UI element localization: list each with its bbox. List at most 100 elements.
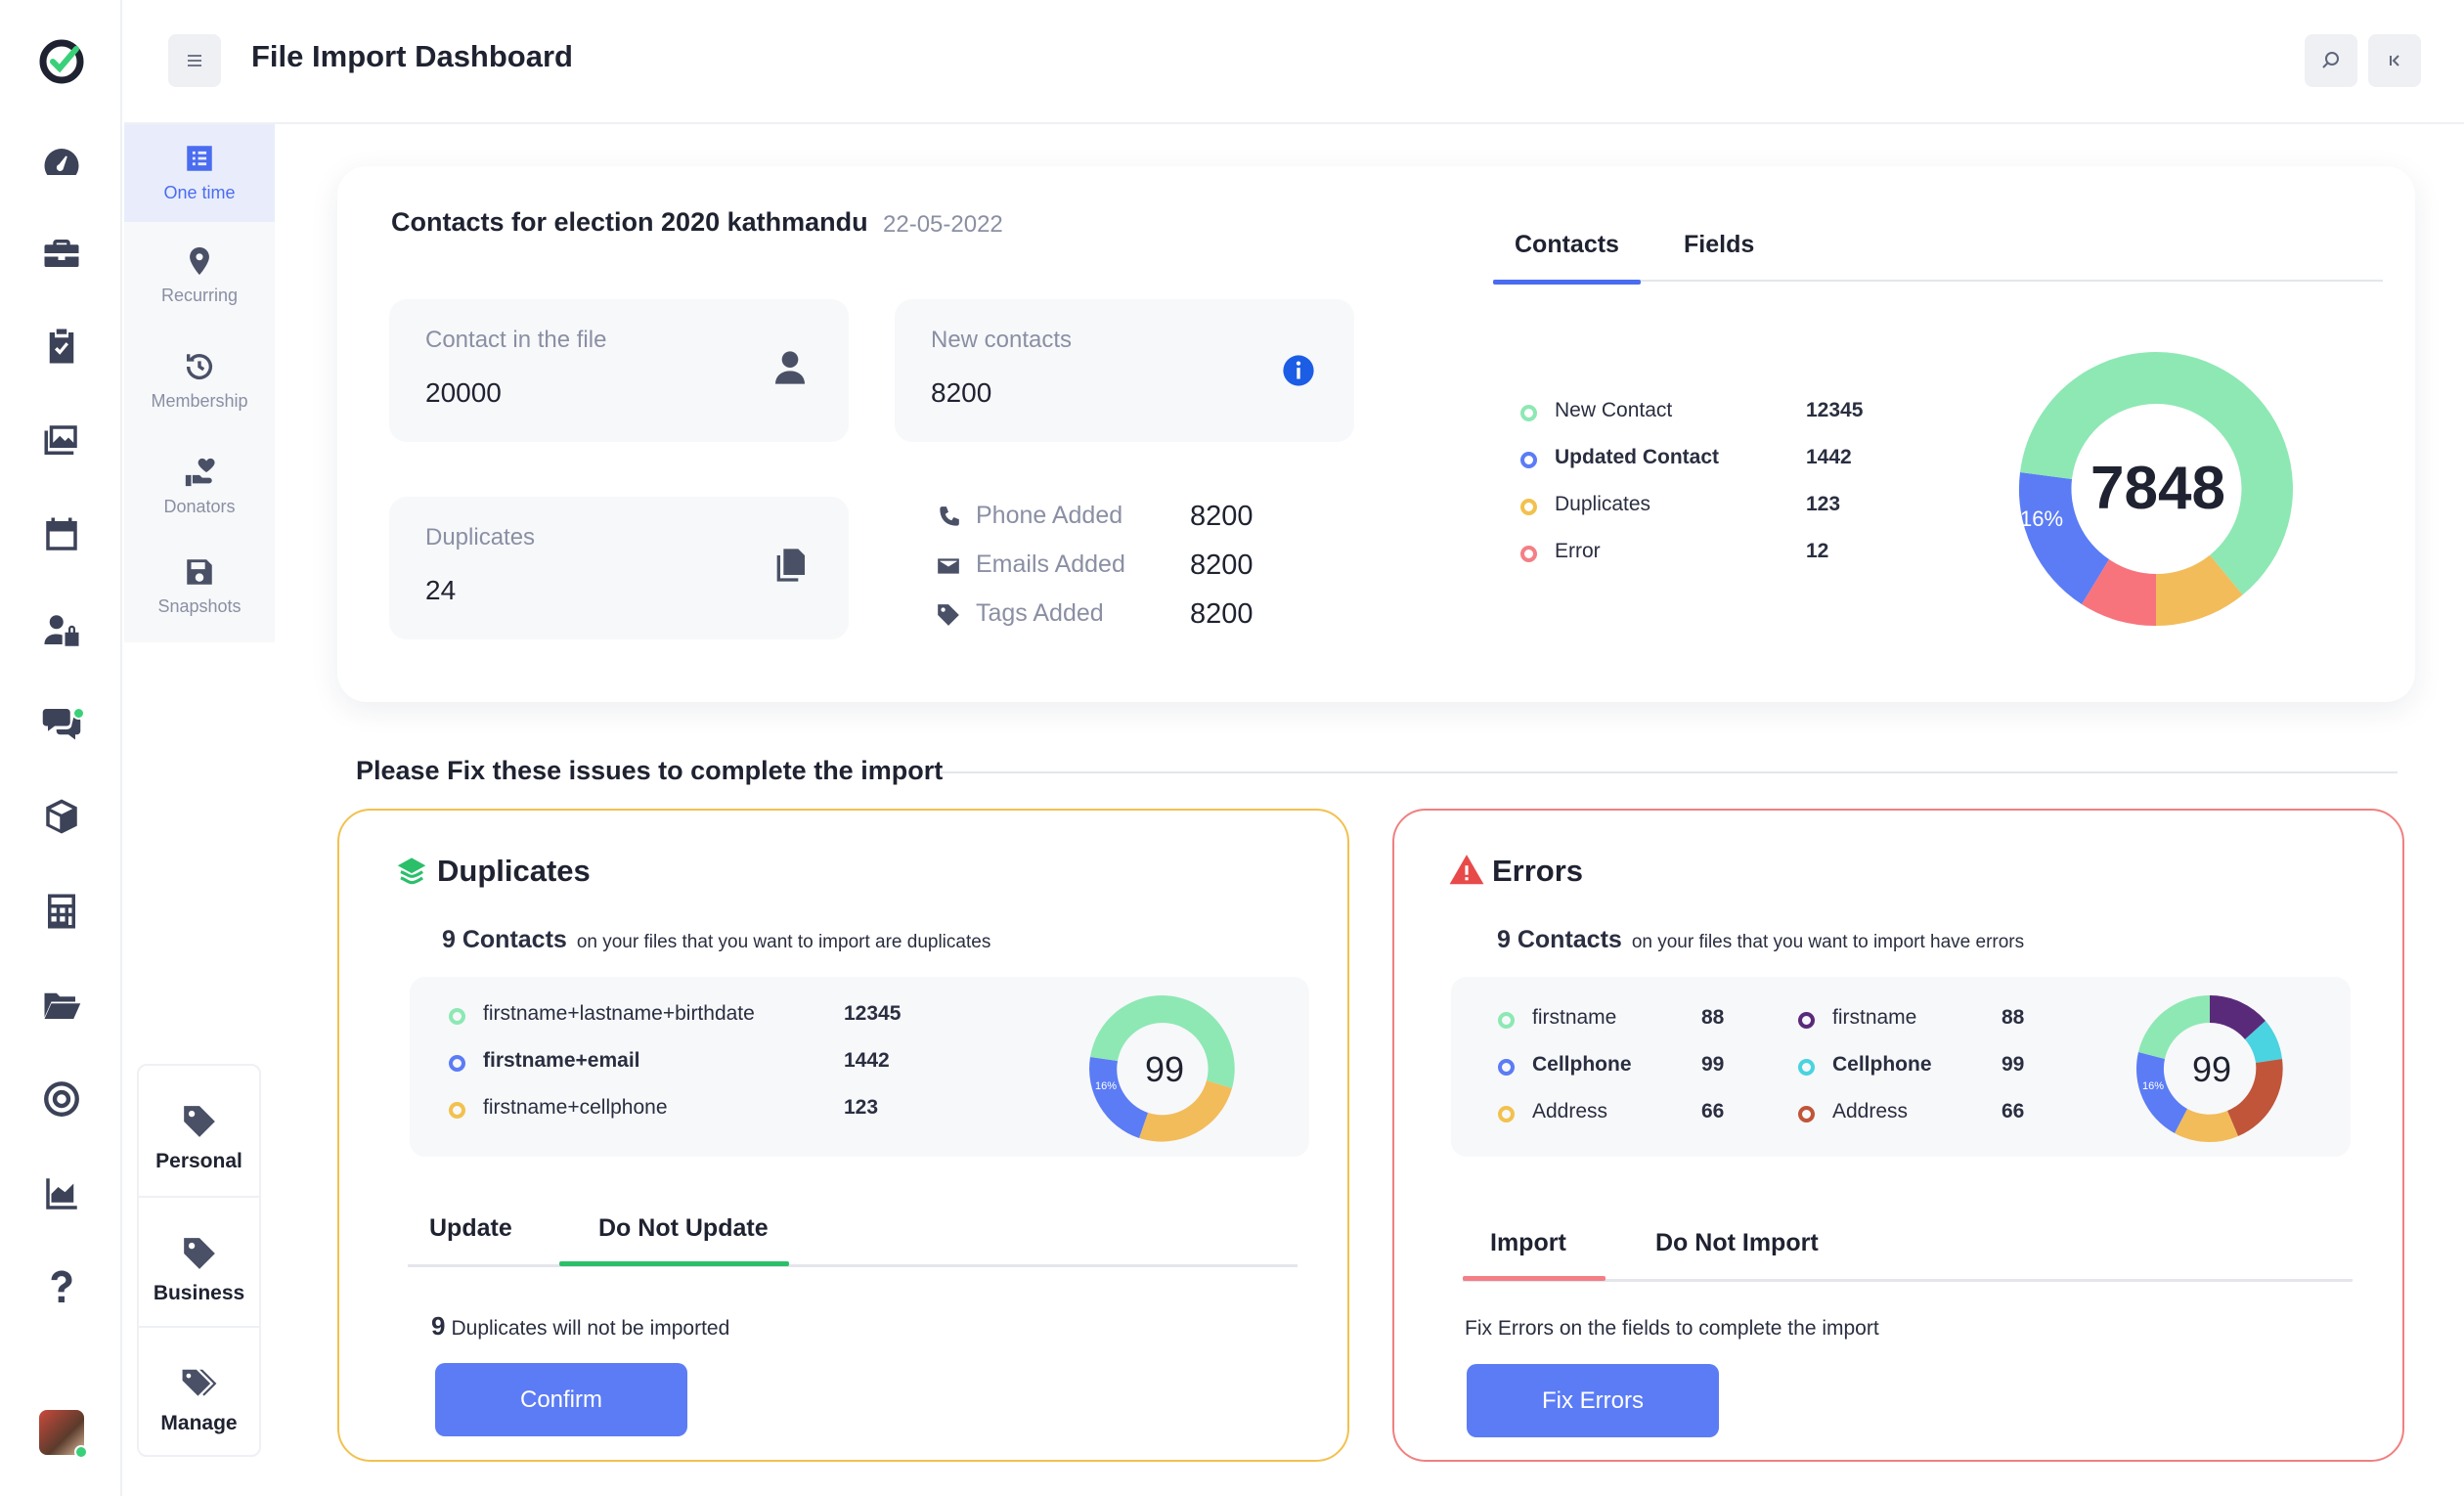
added-value: 8200 [1190,501,1254,532]
hamburger-icon [188,55,201,66]
err-row-value: 88 [1701,1006,1725,1029]
user-avatar[interactable] [39,1410,88,1459]
summary-donut-chart: 7848 16% [2018,352,2294,627]
submenu-item-recurring[interactable]: Recurring [124,227,275,325]
history-icon [186,354,213,379]
errors-panel: Errors 9 Contacts on your files that you … [1392,809,2404,1462]
copy-icon [776,549,805,582]
tag-menu-business[interactable]: Business [139,1196,259,1326]
confirm-button[interactable]: Confirm [435,1363,687,1436]
legend-dot [1798,1012,1815,1029]
submenu-item-donators[interactable]: Donators [124,438,275,536]
added-label: Tags Added [976,599,1104,627]
legend-value: 12345 [1806,399,1864,421]
fix-errors-button[interactable]: Fix Errors [1467,1364,1719,1437]
heart-hand-icon [185,458,215,487]
tab-import[interactable]: Import [1490,1229,1566,1257]
active-tab-underline [1463,1276,1606,1281]
tab-do-not-update[interactable]: Do Not Update [598,1214,769,1243]
stat-value: 24 [425,575,457,605]
errors-note: Fix Errors on the fields to complete the… [1465,1317,1879,1340]
help-icon[interactable] [41,1267,82,1308]
folder-open-icon[interactable] [41,985,82,1026]
legend-value: 1442 [1806,446,1852,468]
dashboard-gauge-icon[interactable] [41,142,82,183]
errors-count: 9 Contacts [1497,926,1622,953]
err-row-value: 66 [1701,1100,1725,1122]
errors-tabs: Import Do Not Import [1463,1211,2353,1282]
err-row-value: 99 [2002,1053,2025,1076]
tab-do-not-import[interactable]: Do Not Import [1655,1229,1819,1257]
legend-dot [1498,1106,1515,1122]
location-pin-icon [190,246,209,276]
donut-percent-label: 16% [1095,1080,1117,1092]
legend-value: 12 [1806,540,1829,562]
duplicates-title: Duplicates [437,854,591,888]
duplicates-desc: on your files that you want to import ar… [576,932,991,952]
sub-menu: One time Recurring Membership Donators S… [124,124,275,642]
area-chart-icon[interactable] [41,1173,82,1214]
calculator-icon[interactable] [41,891,82,932]
tab-fields[interactable]: Fields [1684,231,1754,259]
user-lock-icon[interactable] [41,610,82,651]
note-number: 9 [431,1311,446,1341]
stat-value: 20000 [425,377,502,408]
err-row-value: 88 [2002,1006,2025,1029]
phone-added-row: Phone Added 8200 [936,499,1288,538]
donut-percent-label: 16% [2142,1080,2164,1092]
page-title: File Import Dashboard [251,39,573,73]
legend-dot [1520,452,1537,468]
note-text: Duplicates will not be imported [451,1317,730,1340]
online-status-dot [72,707,85,720]
tab-contacts[interactable]: Contacts [1493,231,1641,285]
err-row-label: Cellphone [1532,1053,1632,1076]
tab-update[interactable]: Update [429,1214,512,1243]
legend-dot [449,1102,465,1119]
search-button[interactable] [2305,34,2357,87]
target-icon[interactable] [41,1078,82,1120]
calendar-icon[interactable] [41,514,82,555]
hamburger-menu-button[interactable] [168,34,221,87]
donut-segment [2227,1059,2283,1136]
stat-value: 8200 [931,377,992,408]
summary-card: Contacts for election 2020 kathmandu 22-… [337,166,2415,702]
submenu-item-membership[interactable]: Membership [124,332,275,430]
duplicates-summary: 9 Contacts on your files that you want to… [442,926,990,954]
legend-dot [1798,1106,1815,1122]
emails-added-row: Emails Added 8200 [936,548,1288,587]
images-icon[interactable] [41,420,82,462]
legend-dot [449,1055,465,1072]
errors-desc: on your files that you want to import ha… [1631,932,2025,952]
err-row-label: firstname [1832,1006,1917,1029]
donut-segment [1139,1080,1232,1142]
import-date: 22-05-2022 [883,211,1003,238]
submenu-item-snapshots[interactable]: Snapshots [124,538,275,636]
stat-label: Contact in the file [425,327,607,353]
info-icon[interactable] [1282,354,1315,387]
added-value: 8200 [1190,550,1254,581]
tag-icon [938,604,959,626]
mail-icon [938,558,959,574]
legend-value: 123 [1806,493,1841,515]
tags-added-row: Tags Added 8200 [936,596,1288,636]
issues-divider [941,771,2398,773]
legend-dot [1798,1059,1815,1076]
donut-segment [2136,1052,2187,1133]
clipboard-check-icon[interactable] [41,326,82,367]
tag-menu-manage[interactable]: Manage [139,1326,259,1456]
box-icon[interactable] [41,796,82,837]
avatar-online-dot [74,1445,88,1459]
active-tab-underline [559,1261,789,1266]
dup-row-label: firstname+lastname+birthdate [483,1002,755,1025]
briefcase-icon[interactable] [41,233,82,274]
submenu-item-one-time[interactable]: One time [124,124,275,222]
legend-dot [449,1008,465,1025]
list-icon [187,146,212,171]
donut-percent-label: 16% [2020,506,2063,531]
app-logo-icon[interactable] [37,37,86,86]
search-icon [2322,52,2339,68]
tag-menu-personal[interactable]: Personal [139,1066,259,1196]
warning-icon [1449,855,1484,885]
collapse-panel-button[interactable] [2368,34,2421,87]
err-row-label: Address [1832,1100,1909,1122]
